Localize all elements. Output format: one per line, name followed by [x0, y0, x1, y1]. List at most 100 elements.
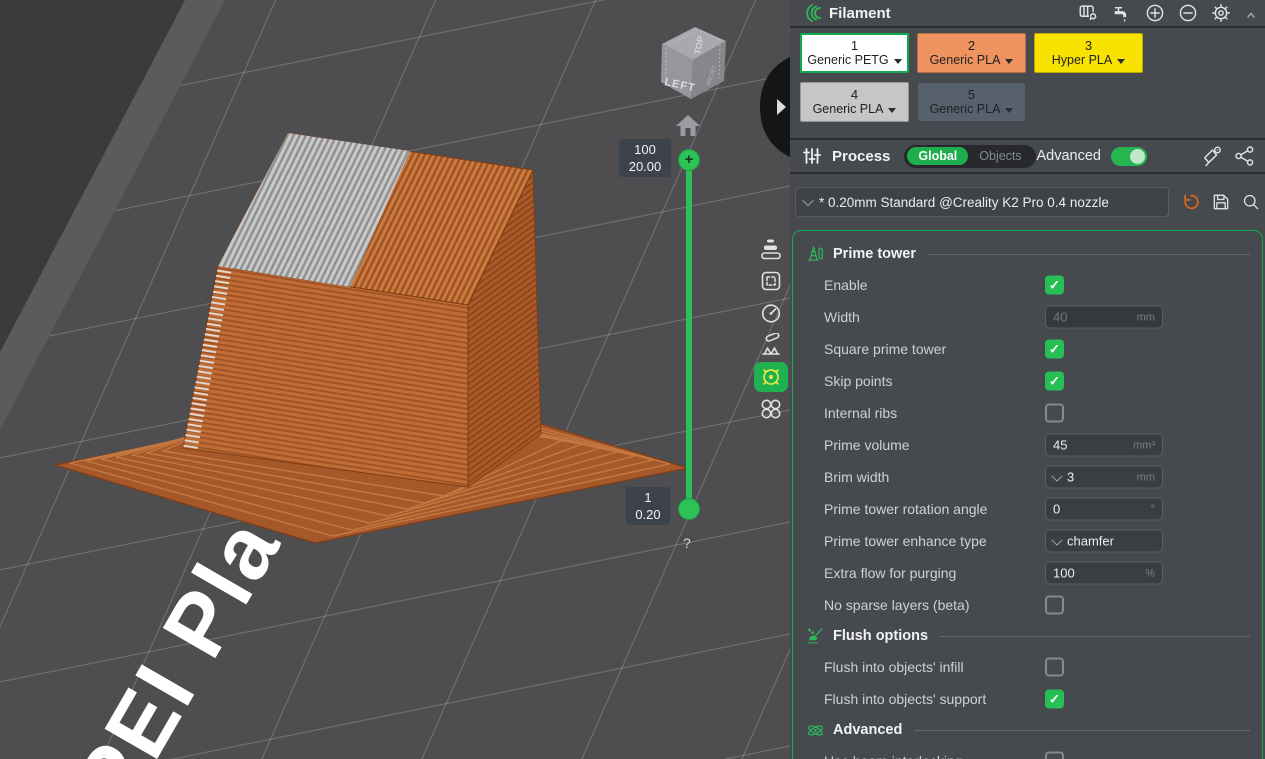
tool-support[interactable]: [754, 330, 788, 360]
tool-prime-tower[interactable]: [754, 362, 788, 392]
save-icon[interactable]: [1209, 190, 1233, 214]
input-field[interactable]: 45mm³: [1045, 434, 1163, 457]
filament-slot-number: 4: [851, 87, 858, 102]
select-field[interactable]: chamfer: [1045, 530, 1163, 553]
checkbox-checked[interactable]: ✓: [1045, 276, 1064, 295]
wizard-icon[interactable]: [1200, 144, 1224, 168]
chevron-down-icon[interactable]: [1117, 59, 1125, 64]
checkbox-unchecked[interactable]: [1045, 596, 1064, 615]
filament-slot-5[interactable]: 5Generic PLA: [917, 82, 1026, 122]
checkbox-unchecked[interactable]: [1045, 404, 1064, 423]
nav-cube[interactable]: LEFT TOP FRONT: [648, 8, 738, 108]
filament-slot-1[interactable]: 1Generic PETG: [800, 33, 909, 73]
setting-label: Prime volume: [824, 437, 910, 453]
chevron-down-icon[interactable]: [1051, 534, 1062, 545]
filament-slot-name: Generic PLA: [813, 102, 897, 117]
slider-help-hint[interactable]: ?: [683, 535, 691, 551]
panel-collapse-handle[interactable]: [758, 56, 790, 160]
filament-slot-2[interactable]: 2Generic PLA: [917, 33, 1026, 73]
viewport-3d[interactable]: ed PEI Plat: [0, 0, 790, 759]
section-title: Prime tower: [833, 246, 916, 262]
filament-slots: 1Generic PETG2Generic PLA3Hyper PLA4Gene…: [800, 33, 1260, 131]
undo-icon[interactable]: [1179, 190, 1203, 214]
setting-label: Prime tower rotation angle: [824, 501, 987, 517]
filament-slot-3[interactable]: 3Hyper PLA: [1034, 33, 1143, 73]
setting-label: Flush into objects' support: [824, 691, 986, 707]
search-icon[interactable]: [1239, 190, 1263, 214]
field-unit: mm: [1137, 471, 1155, 483]
setting-label: Internal ribs: [824, 405, 897, 421]
tool-quality[interactable]: [754, 234, 788, 264]
filament-spool-icon: [798, 1, 822, 25]
process-icon: [800, 144, 824, 168]
checkbox-checked[interactable]: ✓: [1045, 372, 1064, 391]
layer-slider-bottom-tooltip: 1 0.20: [626, 487, 670, 525]
setting-row: Flush into objects' support ✓: [793, 683, 1262, 715]
setting-row: Prime tower enhance type chamfer: [793, 525, 1262, 557]
field-unit: mm: [1137, 311, 1155, 323]
checkbox-checked[interactable]: ✓: [1045, 690, 1064, 709]
filament-settings-icon[interactable]: [1209, 1, 1233, 25]
checkbox-checked[interactable]: ✓: [1045, 340, 1064, 359]
checkbox-unchecked[interactable]: [1045, 752, 1064, 759]
flush-volumes-icon[interactable]: [1110, 1, 1134, 25]
chevron-down-icon[interactable]: [894, 59, 902, 64]
prime-tower-tab-icon: [759, 365, 783, 389]
setting-row: Enable ✓: [793, 269, 1262, 301]
filament-slot-name: Generic PETG: [807, 53, 901, 68]
field-unit: mm³: [1133, 439, 1155, 451]
checkbox-unchecked[interactable]: [1045, 658, 1064, 677]
speed-icon: [759, 301, 783, 325]
support-icon: [759, 333, 783, 357]
filament-slot-number: 1: [851, 38, 858, 53]
filament-slot-4[interactable]: 4Generic PLA: [800, 82, 909, 122]
section-title: Flush options: [833, 628, 928, 644]
input-field[interactable]: 100%: [1045, 562, 1163, 585]
input-field[interactable]: 0°: [1045, 498, 1163, 521]
field-value: 40: [1053, 310, 1137, 325]
scope-tab-global[interactable]: Global: [907, 147, 968, 165]
add-filament-icon[interactable]: [1143, 1, 1167, 25]
filament-slot-number: 3: [1085, 38, 1092, 53]
setting-label: Enable: [824, 277, 868, 293]
section-divider: [914, 730, 1250, 731]
prime-tower-model[interactable]: [0, 0, 790, 759]
scope-tab-objects[interactable]: Objects: [968, 147, 1032, 165]
input-field[interactable]: 3mm: [1045, 466, 1163, 489]
chevron-down-icon[interactable]: [1005, 59, 1013, 64]
input-field[interactable]: 40mm: [1045, 306, 1163, 329]
setting-row: Use beam interlocking: [793, 745, 1262, 759]
remove-filament-icon[interactable]: [1176, 1, 1200, 25]
setting-row: Width 40mm: [793, 301, 1262, 333]
tool-others[interactable]: [754, 394, 788, 424]
field-unit: °: [1151, 503, 1155, 515]
preset-dropdown[interactable]: * 0.20mm Standard @Creality K2 Pro 0.4 n…: [795, 187, 1169, 217]
layer-slider-top-handle[interactable]: +: [678, 149, 700, 171]
settings-section: Prime tower Enable ✓ Width 40mm Square p…: [793, 239, 1262, 621]
filament-slot-name: Hyper PLA: [1052, 53, 1125, 68]
settings-section: Advanced Use beam interlocking: [793, 715, 1262, 759]
advanced-toggle[interactable]: [1111, 147, 1147, 166]
section-header: Flush options: [793, 621, 1262, 651]
filament-title: Filament: [829, 5, 891, 22]
tool-strength[interactable]: [754, 266, 788, 296]
chevron-down-icon[interactable]: [1005, 108, 1013, 113]
filament-header-icons: [1068, 1, 1233, 25]
field-unit: %: [1145, 567, 1155, 579]
section-header: Advanced: [793, 715, 1262, 745]
setting-row: No sparse layers (beta): [793, 589, 1262, 621]
chevron-down-icon[interactable]: [888, 108, 896, 113]
creality-slicer-window: ed PEI Plat: [0, 0, 1265, 759]
chevron-down-icon[interactable]: [1051, 470, 1062, 481]
home-view-button[interactable]: [674, 112, 702, 140]
compare-presets-icon[interactable]: [1233, 144, 1257, 168]
setting-row: Skip points ✓: [793, 365, 1262, 397]
setting-label: Skip points: [824, 373, 892, 389]
layer-slider-bottom-handle[interactable]: [678, 498, 700, 520]
layer-slider-track[interactable]: [686, 160, 692, 510]
filament-collapse-icon[interactable]: [1239, 3, 1263, 27]
prime-tower-body[interactable]: [183, 133, 541, 487]
tool-speed[interactable]: [754, 298, 788, 328]
setting-label: Flush into objects' infill: [824, 659, 964, 675]
sync-filament-icon[interactable]: [1077, 1, 1101, 25]
